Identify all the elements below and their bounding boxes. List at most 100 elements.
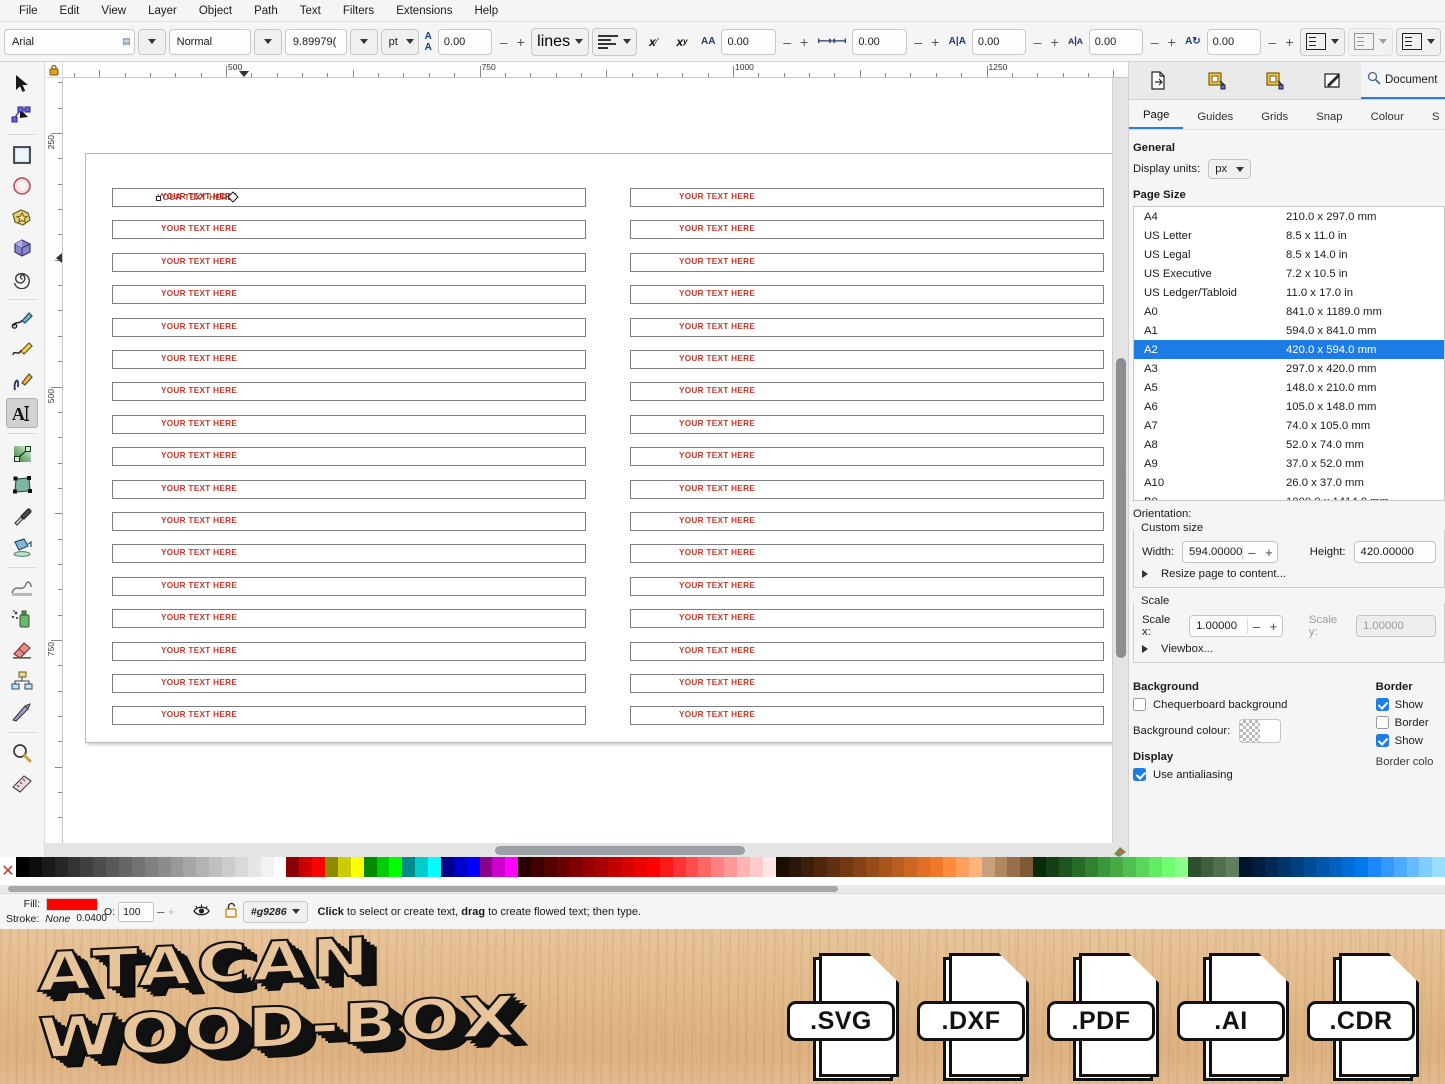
palette-swatch[interactable] xyxy=(853,857,866,877)
mesh-tool[interactable] xyxy=(6,470,38,500)
plus-icon[interactable]: + xyxy=(513,34,528,50)
minus-icon[interactable]: – xyxy=(1248,619,1265,634)
palette-swatch[interactable] xyxy=(814,857,827,877)
text-frame[interactable]: YOUR TEXT HERE xyxy=(112,415,586,434)
text-frame[interactable]: YOUR TEXT HERE xyxy=(630,544,1104,563)
palette-swatch[interactable] xyxy=(454,857,467,877)
font-family-dropdown[interactable] xyxy=(138,29,166,55)
canvas-vertical-scrollbar[interactable]: ⋮ xyxy=(1112,78,1128,843)
calligraphy-tool[interactable] xyxy=(6,367,38,397)
palette-swatch[interactable] xyxy=(80,857,93,877)
palette-swatch[interactable] xyxy=(158,857,171,877)
plus-icon[interactable]: + xyxy=(1047,34,1062,50)
palette-swatch[interactable] xyxy=(711,857,724,877)
page-size-row[interactable]: US Ledger/Tabloid11.0 x 17.0 in xyxy=(1134,283,1444,302)
menu-item-file[interactable]: File xyxy=(8,3,49,19)
width-input[interactable]: 594.00000 –+ xyxy=(1182,541,1278,563)
connector-tool[interactable] xyxy=(6,666,38,696)
palette-swatch[interactable] xyxy=(1304,857,1317,877)
palette-swatch[interactable] xyxy=(286,857,299,877)
subtab-scripting[interactable]: S xyxy=(1418,111,1445,129)
palette-swatch[interactable] xyxy=(904,857,917,877)
plus-icon[interactable]: + xyxy=(1164,34,1179,50)
font-unit-select[interactable]: pt xyxy=(381,29,419,55)
line-height-unit-select[interactable]: lines xyxy=(531,28,589,56)
palette-swatch[interactable] xyxy=(1046,857,1059,877)
palette-swatch[interactable] xyxy=(42,857,55,877)
plus-icon[interactable]: + xyxy=(1260,545,1277,560)
palette-swatch[interactable] xyxy=(377,857,390,877)
palette-swatch[interactable] xyxy=(621,857,634,877)
palette-swatch[interactable] xyxy=(763,857,776,877)
palette-swatch[interactable] xyxy=(1188,857,1201,877)
text-frame[interactable]: YOUR TEXT HERE xyxy=(630,350,1104,369)
character-rotation-input[interactable]: 0.00 xyxy=(1207,29,1261,55)
text-frame[interactable]: YOUR TEXT HERE xyxy=(630,642,1104,661)
plus-icon[interactable]: + xyxy=(928,34,943,50)
palette-swatch[interactable] xyxy=(1265,857,1278,877)
page-size-row[interactable]: A6105.0 x 148.0 mm xyxy=(1134,397,1444,416)
page-size-row[interactable]: A0841.0 x 1189.0 mm xyxy=(1134,302,1444,321)
text-direction-select[interactable] xyxy=(1396,28,1441,56)
fill-swatch[interactable] xyxy=(46,898,98,911)
tweak-tool[interactable] xyxy=(6,573,38,603)
palette-swatch[interactable] xyxy=(840,857,853,877)
expander-triangle-icon[interactable] xyxy=(1142,645,1148,653)
palette-swatch[interactable] xyxy=(171,857,184,877)
font-size-input[interactable]: 9.89979( xyxy=(285,29,347,55)
menu-item-help[interactable]: Help xyxy=(463,3,509,19)
palette-swatch[interactable] xyxy=(1316,857,1329,877)
palette-swatch[interactable] xyxy=(428,857,441,877)
scale-x-input[interactable]: 1.00000 –+ xyxy=(1189,615,1283,637)
text-frame[interactable]: YOUR TEXT HERE xyxy=(630,285,1104,304)
tab-fill-stroke[interactable] xyxy=(1303,62,1361,99)
scale-x-stepper[interactable]: –+ xyxy=(1247,619,1282,634)
text-frame[interactable]: YOUR TEXT HERE xyxy=(112,480,586,499)
minus-icon[interactable]: – xyxy=(911,34,926,50)
palette-swatch[interactable] xyxy=(196,857,209,877)
eraser-tool[interactable] xyxy=(6,635,38,665)
opacity-plus-icon[interactable]: + xyxy=(167,904,175,919)
lpe-tool[interactable] xyxy=(6,697,38,727)
page-size-row[interactable]: A2420.0 x 594.0 mm xyxy=(1134,340,1444,359)
plus-icon[interactable]: + xyxy=(797,34,812,50)
menu-item-object[interactable]: Object xyxy=(188,3,243,19)
menu-item-extensions[interactable]: Extensions xyxy=(385,3,463,19)
palette-swatch[interactable] xyxy=(1278,857,1291,877)
width-stepper[interactable]: –+ xyxy=(1242,545,1277,560)
palette-swatch[interactable] xyxy=(1162,857,1175,877)
text-frame[interactable]: YOUR TEXT HERE xyxy=(112,609,586,628)
menu-item-view[interactable]: View xyxy=(90,3,137,19)
text-frame[interactable]: YOUR TEXT HERE xyxy=(112,447,586,466)
palette-swatch[interactable] xyxy=(544,857,557,877)
palette-swatch[interactable] xyxy=(209,857,222,877)
pencil-tool[interactable] xyxy=(6,305,38,335)
vertical-scroll-thumb[interactable] xyxy=(1116,358,1126,658)
palette-swatch[interactable] xyxy=(235,857,248,877)
subtab-grids[interactable]: Grids xyxy=(1247,111,1302,129)
word-spacing-input[interactable]: 0.00 xyxy=(852,29,906,55)
text-orientation-select[interactable] xyxy=(1348,28,1393,56)
text-frame[interactable]: YOUR TEXT HERE xyxy=(630,577,1104,596)
palette-swatch[interactable] xyxy=(505,857,518,877)
palette-swatch[interactable] xyxy=(119,857,132,877)
subscript-button[interactable]: xy xyxy=(669,29,695,55)
palette-swatch[interactable] xyxy=(1355,857,1368,877)
page-size-row[interactable]: A4210.0 x 297.0 mm xyxy=(1134,207,1444,226)
palette-swatch[interactable] xyxy=(1110,857,1123,877)
palette-swatch[interactable] xyxy=(776,857,789,877)
palette-swatch[interactable] xyxy=(261,857,274,877)
palette-swatches[interactable] xyxy=(16,857,1445,877)
palette-swatch[interactable] xyxy=(1059,857,1072,877)
palette-swatch[interactable] xyxy=(995,857,1008,877)
palette-swatch[interactable] xyxy=(827,857,840,877)
layer-visibility-icon[interactable] xyxy=(193,903,210,921)
page-size-row[interactable]: A774.0 x 105.0 mm xyxy=(1134,416,1444,435)
plus-icon[interactable]: + xyxy=(1265,619,1282,634)
palette-swatch[interactable] xyxy=(982,857,995,877)
palette-swatch[interactable] xyxy=(1329,857,1342,877)
stroke-value[interactable]: None xyxy=(45,912,70,926)
rectangle-tool[interactable] xyxy=(6,140,38,170)
palette-swatch[interactable] xyxy=(969,857,982,877)
page-size-row[interactable]: B01000.0 x 1414.0 mm xyxy=(1134,492,1444,501)
